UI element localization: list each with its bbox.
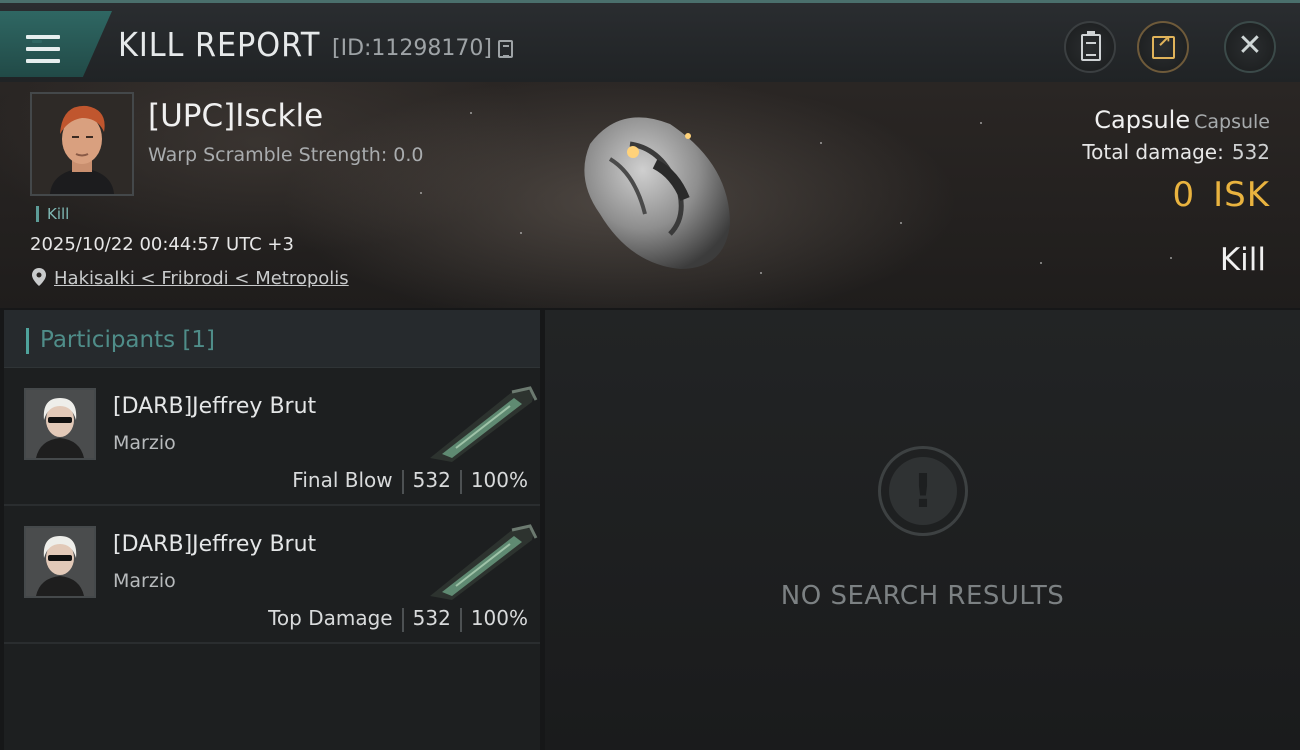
participant-ship: Marzio [113,432,176,454]
no-results-text: NO SEARCH RESULTS [780,581,1065,611]
exclamation-icon: ! [878,446,968,536]
clipboard-icon [1081,31,1101,61]
copy-icon[interactable] [498,40,513,58]
participant-ship-image [430,524,538,600]
menu-icon[interactable] [26,35,60,65]
participant-damage: 532 [412,468,451,492]
participant-ship: Marzio [113,570,176,592]
victim-portrait[interactable] [30,92,134,196]
total-damage-label: Total damage: [1082,140,1224,164]
page-title: KILL REPORT [118,25,321,64]
location-pin-icon [32,268,46,286]
kill-result: Kill [1219,242,1266,278]
isk-amount: 0 [1172,175,1196,215]
share-button[interactable] [1137,21,1189,73]
location-link[interactable]: Hakisalki < Fribrodi < Metropolis [54,268,349,289]
ship-class: Capsule [1194,111,1270,133]
participant-avatar[interactable] [24,388,96,460]
participant-role: Final Blow [292,468,393,492]
top-bar: KILL REPORT [ID:11298170] ✕ [0,0,1300,82]
kill-tag: Kill [36,206,69,222]
total-damage: Total damage: 532 [1082,140,1270,164]
victim-name[interactable]: [UPC]Isckle [148,98,323,134]
participant-row[interactable]: [DARB]Jeffrey Brut Marzio Top Damage 532 1… [4,508,540,644]
participant-name[interactable]: [DARB]Jeffrey Brut [113,532,316,557]
participants-header: Participants [1] [4,310,540,368]
participant-percent: 100% [470,468,528,492]
kill-timestamp: 2025/10/22 00:44:57 UTC +3 [30,234,294,255]
participants-panel: Participants [1] [DARB]Jeffrey Brut Marz… [4,310,540,750]
participant-stats: Final Blow 532 100% [292,468,528,494]
participant-name[interactable]: [DARB]Jeffrey Brut [113,394,316,419]
clipboard-button[interactable] [1064,21,1116,73]
isk-value: 0 ISK [1172,175,1270,215]
participant-ship-image [430,386,538,462]
victim-ship-type: Capsule Capsule [1094,106,1270,134]
menu-button[interactable] [0,11,112,77]
ship-name: Capsule [1094,106,1191,134]
isk-unit: ISK [1213,175,1270,215]
participant-percent: 100% [470,606,528,630]
participant-role: Top Damage [268,606,393,630]
capsule-ship-image [584,117,730,269]
participant-avatar[interactable] [24,526,96,598]
total-damage-value: 532 [1231,140,1270,164]
close-button[interactable]: ✕ [1224,21,1276,73]
victim-banner: [UPC]Isckle Warp Scramble Strength: 0.0 … [0,82,1300,308]
report-id: [ID:11298170] [332,36,492,61]
participants-title: Participants [1] [40,327,215,353]
participant-damage: 532 [412,606,451,630]
participant-row[interactable]: [DARB]Jeffrey Brut Marzio Final Blow 532 1… [4,370,540,506]
participant-stats: Top Damage 532 100% [268,606,528,632]
warp-scramble-strength: Warp Scramble Strength: 0.0 [148,144,424,166]
results-panel: ! NO SEARCH RESULTS [545,310,1300,750]
share-icon [1152,32,1175,59]
close-icon: ✕ [1237,28,1263,63]
